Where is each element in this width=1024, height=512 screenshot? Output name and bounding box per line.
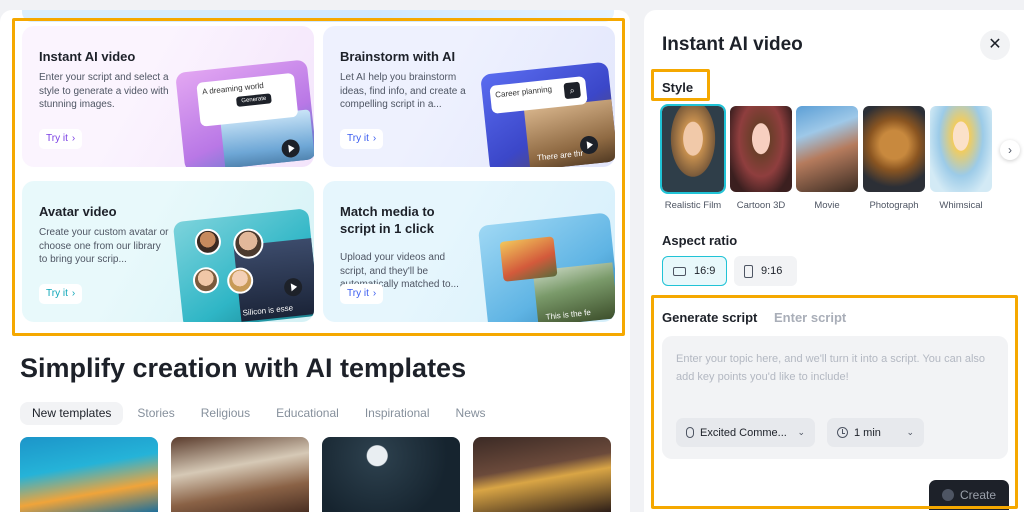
style-thumbnail	[796, 106, 858, 192]
aspect-ratio-label: Aspect ratio	[662, 233, 738, 248]
style-thumbnail	[660, 104, 726, 194]
style-option-realistic-film[interactable]: Realistic Film	[660, 104, 726, 211]
style-option-whimsical[interactable]: Whimsical	[930, 106, 992, 211]
template-thumbnail[interactable]	[171, 437, 309, 512]
tab-new-templates[interactable]: New templates	[20, 402, 124, 425]
aspect-ratio-9-16[interactable]: 9:16	[734, 256, 797, 286]
panel-title: Instant AI video	[662, 34, 803, 55]
templates-heading: Simplify creation with AI templates	[20, 353, 467, 383]
portrait-icon	[744, 264, 753, 278]
highlight-box-style	[651, 69, 710, 101]
close-icon: ✕	[988, 36, 1002, 53]
tab-stories[interactable]: Stories	[125, 402, 186, 425]
tab-religious[interactable]: Religious	[189, 402, 262, 425]
style-option-photograph[interactable]: Photograph	[863, 106, 925, 211]
style-option-cartoon-3d[interactable]: Cartoon 3D	[730, 106, 792, 211]
style-name: Whimsical	[939, 200, 983, 211]
style-name: Movie	[814, 200, 840, 211]
style-option-movie[interactable]: Movie	[796, 106, 858, 211]
close-button[interactable]: ✕	[980, 30, 1010, 60]
style-name: Realistic Film	[664, 200, 722, 211]
aspect-ratio-16-9[interactable]: 16:9	[662, 256, 727, 286]
ratio-label: 9:16	[761, 265, 783, 277]
style-thumbnail	[863, 106, 925, 192]
tab-news[interactable]: News	[444, 402, 498, 425]
style-thumbnail	[730, 106, 792, 192]
landscape-icon	[673, 266, 686, 276]
template-thumbnail[interactable]	[20, 437, 158, 512]
template-thumbnail[interactable]	[322, 437, 460, 512]
style-thumbnail	[930, 106, 992, 192]
highlight-box-cards	[12, 18, 625, 336]
tab-educational[interactable]: Educational	[264, 402, 351, 425]
chevron-right-icon[interactable]: ›	[1000, 140, 1020, 160]
template-thumbnail[interactable]	[473, 437, 611, 512]
ratio-label: 16:9	[694, 265, 716, 277]
tab-inspirational[interactable]: Inspirational	[353, 402, 442, 425]
style-name: Cartoon 3D	[736, 200, 786, 211]
template-tabs: New templates Stories Religious Educatio…	[20, 402, 500, 425]
style-name: Photograph	[869, 200, 919, 211]
highlight-box-script	[651, 295, 1018, 509]
